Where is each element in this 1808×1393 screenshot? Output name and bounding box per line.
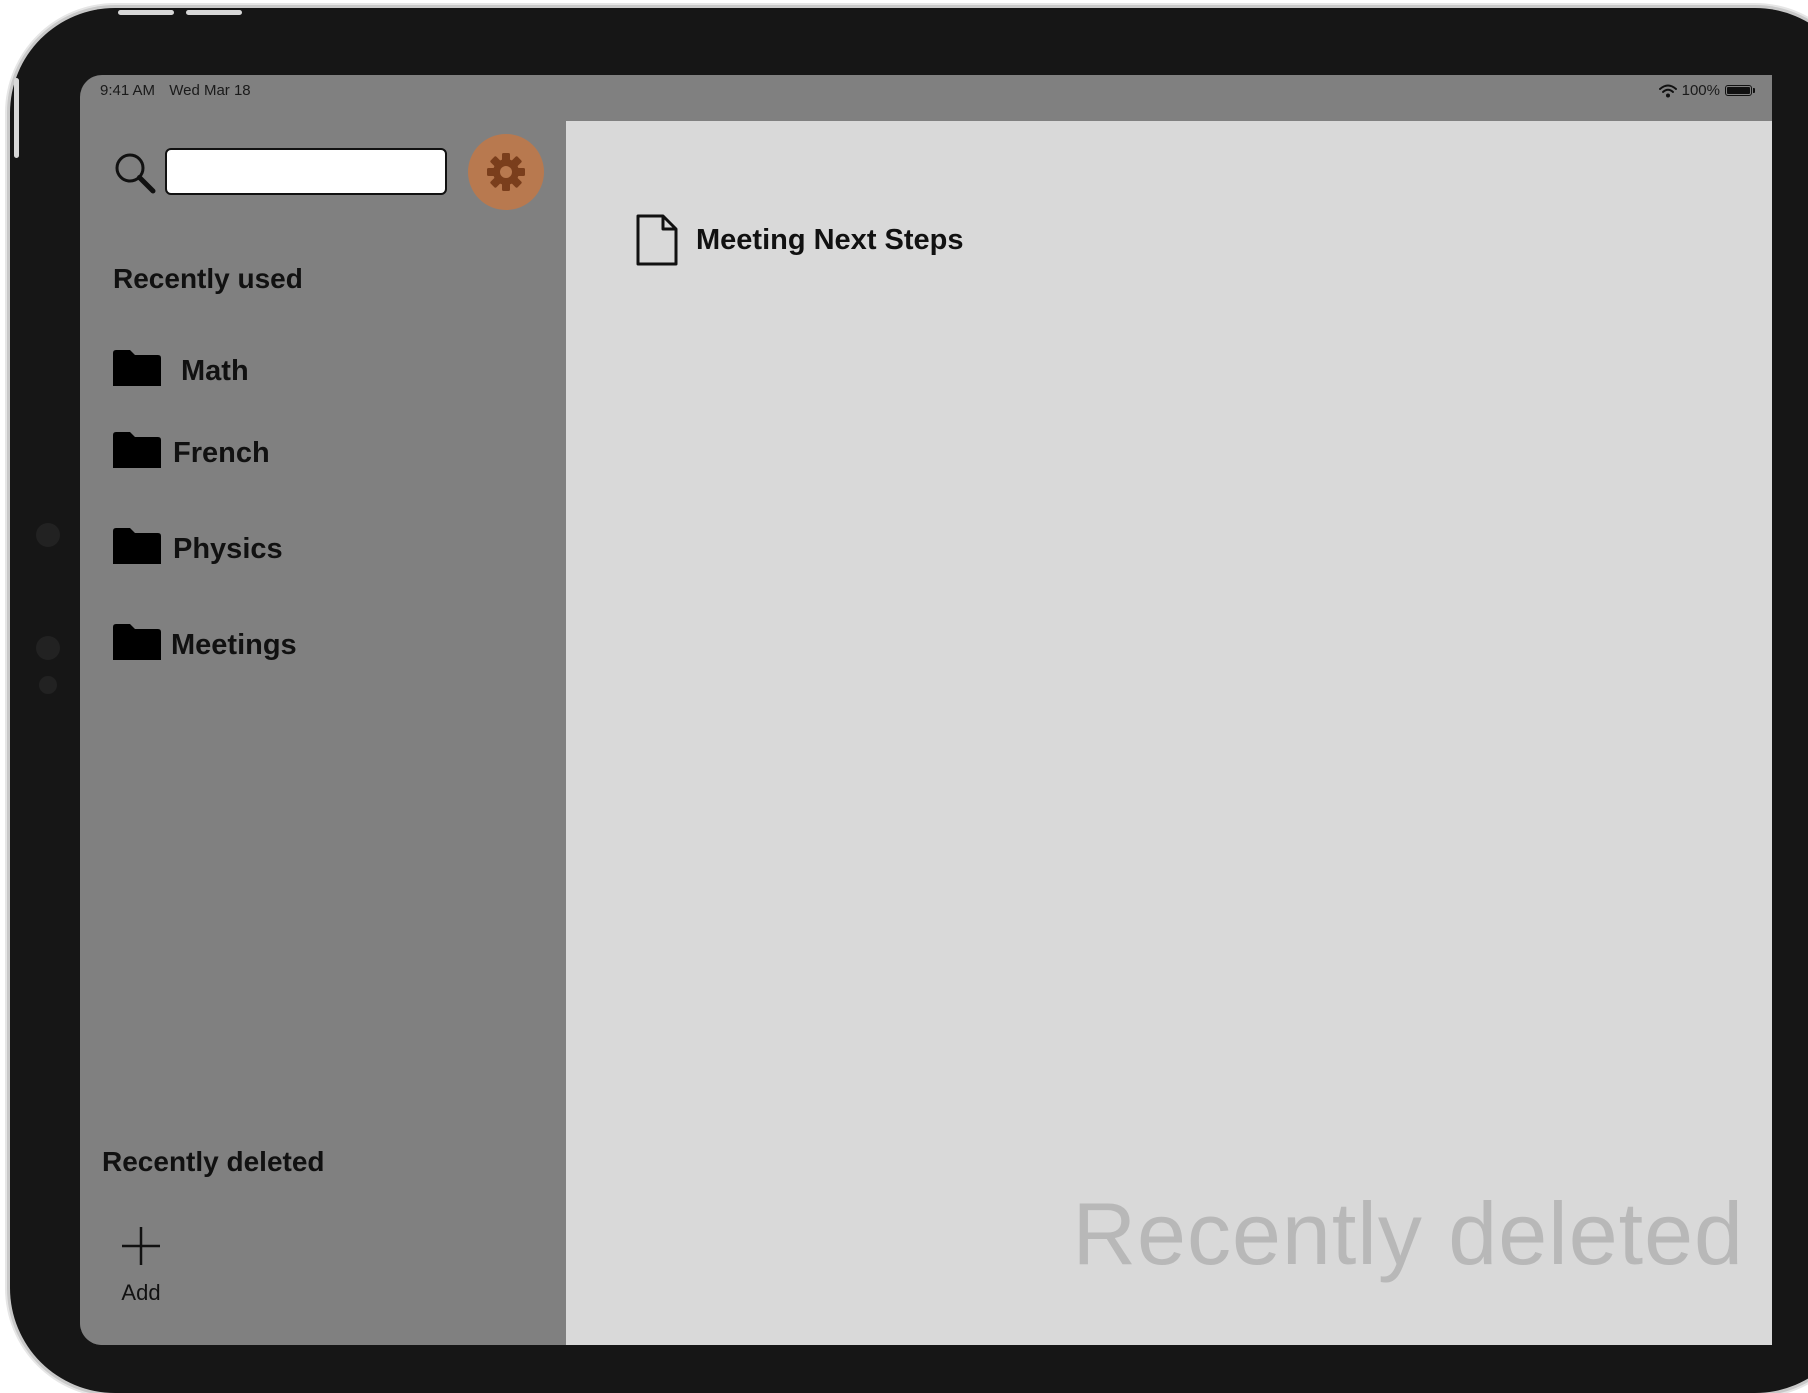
sidebar-item-math[interactable]: Math: [113, 350, 249, 386]
camera-sensor: [36, 636, 60, 660]
battery-percentage: 100%: [1681, 82, 1720, 99]
recently-deleted-watermark: Recently deleted: [1072, 1184, 1744, 1283]
ipad-frame: 9:41 AM Wed Mar 18 100% Recently used Ma…: [10, 8, 1808, 1393]
recently-deleted-heading[interactable]: Recently deleted: [102, 1146, 325, 1178]
settings-button[interactable]: [468, 134, 544, 210]
folder-label: French: [173, 437, 270, 469]
folder-icon: [113, 624, 161, 660]
folder-label: Math: [181, 355, 249, 387]
folder-icon: [113, 432, 161, 468]
folder-label: Meetings: [171, 629, 297, 661]
wifi-icon: [1658, 84, 1677, 97]
status-time: 9:41 AM: [100, 82, 156, 99]
document-icon: [636, 214, 678, 266]
sidebar-item-french[interactable]: French: [113, 432, 270, 468]
status-date: Wed Mar 18: [169, 82, 251, 99]
plus-icon: [122, 1227, 160, 1265]
battery-icon: [1725, 85, 1755, 96]
screen: 9:41 AM Wed Mar 18 100% Recently used Ma…: [80, 75, 1772, 1345]
main-content: Meeting Next Steps Recently deleted: [566, 121, 1772, 1345]
status-right: 100%: [1658, 82, 1755, 99]
sidebar: Recently used Math French Physics Meetin…: [80, 121, 566, 1345]
search-icon[interactable]: [113, 151, 157, 195]
add-label: Add: [121, 1280, 161, 1305]
add-button[interactable]: Add: [113, 1226, 169, 1306]
camera-sensor: [39, 676, 57, 694]
volume-up-button: [118, 10, 174, 15]
folder-icon: [113, 528, 161, 564]
power-button: [14, 78, 19, 158]
document-label: Meeting Next Steps: [696, 223, 964, 256]
folder-label: Physics: [173, 533, 283, 565]
sidebar-item-meetings[interactable]: Meetings: [113, 624, 297, 660]
folder-icon: [113, 350, 161, 386]
volume-down-button: [186, 10, 242, 15]
recently-used-heading: Recently used: [113, 263, 303, 294]
sidebar-item-physics[interactable]: Physics: [113, 528, 283, 564]
camera-sensor: [36, 523, 60, 547]
search-input[interactable]: [165, 148, 447, 195]
document-item-meeting-next-steps[interactable]: Meeting Next Steps: [636, 214, 964, 266]
status-bar: 9:41 AM Wed Mar 18 100%: [80, 75, 1772, 121]
gear-icon: [487, 153, 525, 191]
status-left: 9:41 AM Wed Mar 18: [100, 82, 261, 99]
